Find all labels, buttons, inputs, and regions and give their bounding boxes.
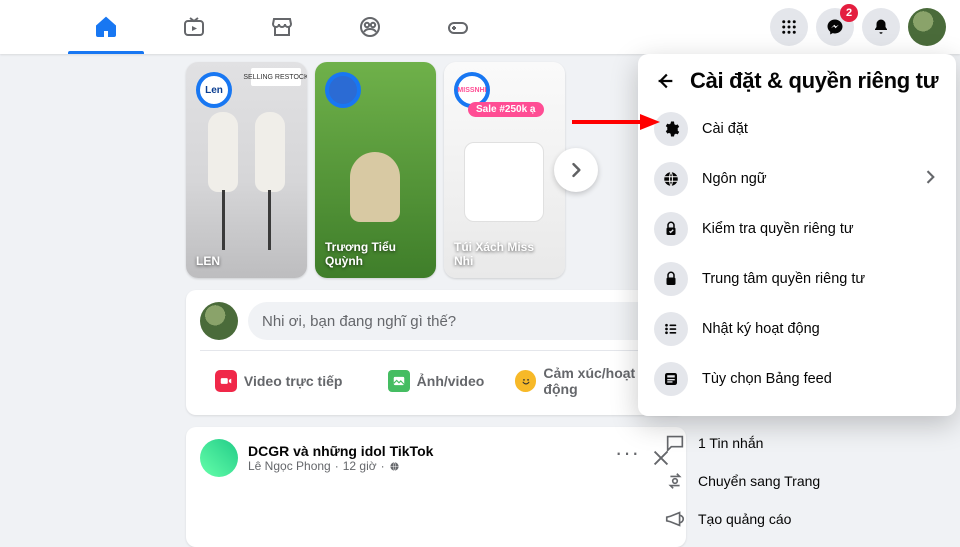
story-avatar: Len [196,72,232,108]
panel-item-privacy-checkup[interactable]: Kiểm tra quyền riêng tư [646,204,948,254]
feed-column: SELLING RESTOCK Len LEN Trương Tiểu Quỳn… [186,62,576,547]
stories-strip: SELLING RESTOCK Len LEN Trương Tiểu Quỳn… [186,62,576,278]
menu-button[interactable] [770,8,808,46]
composer-top: Nhi ơi, bạn đang nghĩ gì thế? [200,302,672,340]
messenger-button[interactable]: 2 [816,8,854,46]
panel-item-label: Cài đặt [702,121,748,137]
groups-icon [358,15,382,39]
story-label: Túi Xách Miss Nhi [454,240,555,268]
marketplace-icon [270,15,294,39]
messenger-badge: 2 [840,4,858,22]
gaming-icon [446,15,470,39]
bell-icon [872,18,890,36]
feed-icon [654,362,688,396]
composer: Nhi ơi, bạn đang nghĩ gì thế? Video trực… [186,290,686,415]
stories-next-button[interactable] [554,148,598,192]
panel-item-label: Tùy chọn Bảng feed [702,371,832,387]
panel-item-label: Ngôn ngữ [702,171,767,187]
post-more-button[interactable]: ··· [615,447,640,469]
home-icon [94,15,118,39]
panel-item-label: Trung tâm quyền riêng tư [702,271,865,287]
rightcol-ad-label: Tạo quảng cáo [698,511,791,527]
rightcol-create-ad[interactable]: Tạo quảng cáo [658,500,948,538]
rightcol-switch-label: Chuyển sang Trang [698,473,820,489]
story-restock-badge: SELLING RESTOCK [251,68,301,86]
panel-item-settings[interactable]: Cài đặt [646,104,948,154]
composer-avatar[interactable] [200,302,238,340]
topbar-left-spacer [0,0,62,54]
composer-live-button[interactable]: Video trực tiếp [200,359,357,403]
panel-item-label: Kiểm tra quyền riêng tư [702,221,854,237]
list-icon [654,312,688,346]
panel-item-privacy-center[interactable]: Trung tâm quyền riêng tư [646,254,948,304]
composer-photo-label: Ảnh/video [417,373,485,389]
messenger-icon [826,18,844,36]
panel-item-language[interactable]: Ngôn ngữ [646,154,948,204]
topbar: 2 [0,0,960,54]
composer-photo-button[interactable]: Ảnh/video [357,359,514,403]
tab-home[interactable] [62,0,150,54]
switch-icon [664,470,686,492]
rightcol-switch-page[interactable]: Chuyển sang Trang [658,462,948,500]
lock-icon [654,262,688,296]
settings-privacy-panel: Cài đặt & quyền riêng tư Cài đặt Ngôn ng… [638,54,956,416]
callout-arrow [570,112,660,132]
tab-groups[interactable] [326,0,414,54]
story-sale-tag: Sale #250k ạ [468,102,544,117]
post-avatar[interactable] [200,439,238,477]
notifications-button[interactable] [862,8,900,46]
post-time: 12 giờ [343,459,377,473]
composer-actions: Video trực tiếp Ảnh/video Cảm xúc/hoạt đ… [200,350,672,403]
panel-title: Cài đặt & quyền riêng tư [690,68,938,94]
story-label: LEN [196,254,297,268]
globe-icon [654,162,688,196]
feeling-icon [515,370,537,392]
panel-header: Cài đặt & quyền riêng tư [646,68,948,104]
video-live-icon [215,370,237,392]
topbar-tabs [62,0,770,54]
post-header: DCGR và những idol TikTok Lê Ngọc Phong … [200,439,672,477]
tab-marketplace[interactable] [238,0,326,54]
post-title[interactable]: DCGR và những idol TikTok [248,443,433,459]
story-label: Trương Tiểu Quỳnh [325,240,426,268]
photo-icon [388,370,410,392]
composer-live-label: Video trực tiếp [244,373,343,389]
chevron-right-icon [566,160,586,180]
story-avatar [325,72,361,108]
watch-icon [182,15,206,39]
story-card[interactable]: MISSNHI Sale #250k ạ Túi Xách Miss Nhi [444,62,565,278]
account-avatar[interactable] [908,8,946,46]
tab-gaming[interactable] [414,0,502,54]
post-card: DCGR và những idol TikTok Lê Ngọc Phong … [186,427,686,547]
tab-watch[interactable] [150,0,238,54]
message-icon [664,432,686,454]
post-head-text: DCGR và những idol TikTok Lê Ngọc Phong … [248,443,433,473]
post-author[interactable]: Lê Ngọc Phong [248,459,331,473]
story-card[interactable]: SELLING RESTOCK Len LEN [186,62,307,278]
chevron-right-icon [920,167,940,192]
globe-icon [389,461,400,472]
panel-item-label: Nhật ký hoạt động [702,321,820,337]
megaphone-icon [664,508,686,530]
grid-icon [780,18,798,36]
story-card[interactable]: Trương Tiểu Quỳnh [315,62,436,278]
rightcol-inbox[interactable]: 1 Tin nhắn [658,424,948,462]
post-body-placeholder [200,477,672,547]
post-meta: Lê Ngọc Phong · 12 giờ · [248,459,433,473]
composer-input[interactable]: Nhi ơi, bạn đang nghĩ gì thế? [248,302,672,340]
back-arrow-icon[interactable] [654,70,676,92]
topbar-right: 2 [770,0,960,54]
lock-check-icon [654,212,688,246]
rightcol-inbox-label: 1 Tin nhắn [698,435,763,451]
panel-item-feed-prefs[interactable]: Tùy chọn Bảng feed [646,354,948,404]
panel-item-activity-log[interactable]: Nhật ký hoạt động [646,304,948,354]
